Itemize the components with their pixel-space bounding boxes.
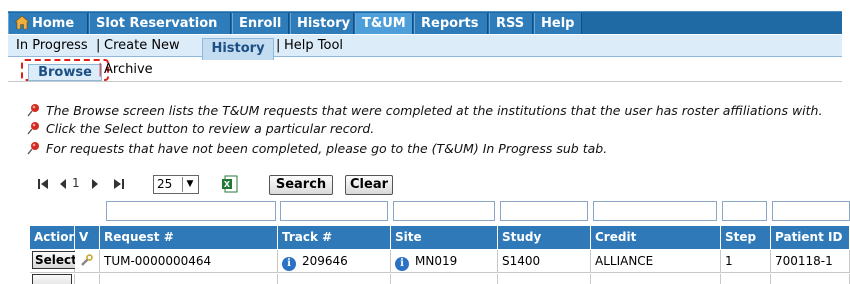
svg-text:X: X bbox=[224, 180, 231, 189]
filter-track-input[interactable] bbox=[280, 201, 388, 221]
table-row bbox=[721, 274, 771, 284]
tab-rss-label: RSS bbox=[496, 16, 525, 31]
clear-button[interactable]: Clear bbox=[345, 175, 393, 195]
tab-reports-label: Reports bbox=[421, 16, 479, 31]
search-button[interactable]: Search bbox=[269, 175, 333, 195]
filter-site-input[interactable] bbox=[393, 201, 495, 221]
subnav-separator: | bbox=[276, 38, 281, 53]
site-code: MN019 bbox=[415, 254, 458, 268]
tab-slot-reservation[interactable]: Slot Reservation bbox=[89, 13, 231, 34]
table-row bbox=[591, 274, 721, 284]
table-cell-request: TUM-0000000464 bbox=[100, 250, 278, 273]
subnav-create-new[interactable]: Create New bbox=[104, 38, 180, 53]
table-row bbox=[100, 274, 278, 284]
info-text: Click the Select button to review a part… bbox=[46, 121, 375, 136]
excel-export-icon[interactable]: X bbox=[222, 175, 238, 193]
table-row bbox=[278, 274, 391, 284]
tab-history-label: History bbox=[297, 16, 351, 31]
table-row bbox=[391, 274, 498, 284]
subnav-in-progress[interactable]: In Progress bbox=[16, 38, 88, 53]
tab-home[interactable]: Home bbox=[8, 13, 88, 34]
column-header-action[interactable]: Action bbox=[30, 226, 77, 249]
table-cell-step: 1 bbox=[721, 250, 771, 273]
tab-help[interactable]: Help bbox=[534, 13, 582, 34]
column-header-track[interactable]: Track # bbox=[278, 226, 391, 249]
tab-enroll-label: Enroll bbox=[239, 16, 282, 31]
last-page-icon[interactable] bbox=[112, 177, 126, 191]
tab-history[interactable]: History bbox=[290, 13, 354, 34]
tab-reports[interactable]: Reports bbox=[414, 13, 488, 34]
table-row-v bbox=[75, 274, 100, 284]
column-header-patient-id[interactable]: Patient ID bbox=[771, 226, 850, 249]
browse-tab-highlight: Browse bbox=[21, 59, 109, 81]
table-cell-patient-id: 700118-1 bbox=[771, 250, 850, 273]
column-header-study[interactable]: Study bbox=[498, 226, 591, 249]
table-cell-site: i MN019 bbox=[391, 250, 498, 273]
filter-credit-input[interactable] bbox=[593, 201, 717, 221]
pushpin-icon bbox=[27, 122, 39, 135]
column-header-request[interactable]: Request # bbox=[100, 226, 278, 249]
table-row bbox=[498, 274, 591, 284]
info-line: The Browse screen lists the T&UM request… bbox=[26, 103, 822, 118]
filter-step-input[interactable] bbox=[722, 201, 767, 221]
subnav-separator: | bbox=[96, 38, 101, 53]
column-header-credit[interactable]: Credit bbox=[591, 226, 721, 249]
table-row-v bbox=[75, 250, 100, 273]
info-line: Click the Select button to review a part… bbox=[26, 121, 374, 136]
column-header-v[interactable]: V bbox=[75, 226, 100, 249]
page-size-value: 25 bbox=[157, 177, 173, 191]
select-button[interactable] bbox=[32, 274, 72, 284]
prev-page-icon[interactable] bbox=[58, 177, 68, 191]
wrench-icon[interactable] bbox=[79, 254, 93, 268]
info-icon[interactable]: i bbox=[395, 257, 409, 271]
top-nav-bar: Home Slot Reservation Enroll History T&U… bbox=[8, 11, 842, 34]
browse-archive-nav: Browse | Archive bbox=[8, 58, 842, 82]
tab-archive[interactable]: Archive bbox=[104, 62, 153, 77]
table-row-action bbox=[30, 274, 75, 284]
results-grid: Action V Request # Track # Site Study Cr… bbox=[30, 226, 850, 284]
tab-home-label: Home bbox=[32, 16, 75, 31]
table-row bbox=[771, 274, 850, 284]
filter-patient-input[interactable] bbox=[772, 201, 850, 221]
info-text: For requests that have not been complete… bbox=[46, 141, 608, 156]
home-icon bbox=[15, 16, 29, 29]
subsubnav-separator: | bbox=[98, 62, 103, 77]
app-frame: Home Slot Reservation Enroll History T&U… bbox=[0, 0, 850, 284]
filter-study-input[interactable] bbox=[500, 201, 588, 221]
page-number: 1 bbox=[72, 176, 80, 190]
next-page-icon[interactable] bbox=[90, 177, 100, 191]
pushpin-icon bbox=[27, 142, 39, 155]
tab-tum[interactable]: T&UM bbox=[355, 13, 413, 34]
sub-nav-bar: In Progress | Create New History | Help … bbox=[8, 35, 842, 60]
table-cell-credit: ALLIANCE bbox=[591, 250, 721, 273]
tab-browse[interactable]: Browse bbox=[28, 64, 102, 81]
pushpin-icon bbox=[27, 104, 39, 117]
select-button[interactable]: Select bbox=[32, 251, 80, 269]
chevron-down-icon: ▼ bbox=[182, 177, 197, 192]
table-row-action: Select bbox=[30, 250, 80, 273]
track-number: 209646 bbox=[302, 254, 348, 268]
column-header-step[interactable]: Step bbox=[721, 226, 771, 249]
filter-request-input[interactable] bbox=[106, 201, 276, 221]
info-line: For requests that have not been complete… bbox=[26, 141, 607, 156]
tab-rss[interactable]: RSS bbox=[489, 13, 533, 34]
column-header-site[interactable]: Site bbox=[391, 226, 498, 249]
first-page-icon[interactable] bbox=[36, 177, 50, 191]
table-cell-study: S1400 bbox=[498, 250, 591, 273]
tab-slot-reservation-label: Slot Reservation bbox=[96, 16, 218, 31]
tab-enroll[interactable]: Enroll bbox=[232, 13, 289, 34]
tab-tum-label: T&UM bbox=[362, 16, 406, 31]
info-icon[interactable]: i bbox=[282, 257, 296, 271]
page-size-select[interactable]: 25 ▼ bbox=[153, 175, 199, 194]
tab-help-label: Help bbox=[541, 16, 575, 31]
info-text: The Browse screen lists the T&UM request… bbox=[46, 103, 823, 118]
subnav-help-tool[interactable]: Help Tool bbox=[284, 38, 343, 53]
subnav-history-active[interactable]: History bbox=[202, 38, 274, 60]
table-cell-track: i 209646 bbox=[278, 250, 391, 273]
